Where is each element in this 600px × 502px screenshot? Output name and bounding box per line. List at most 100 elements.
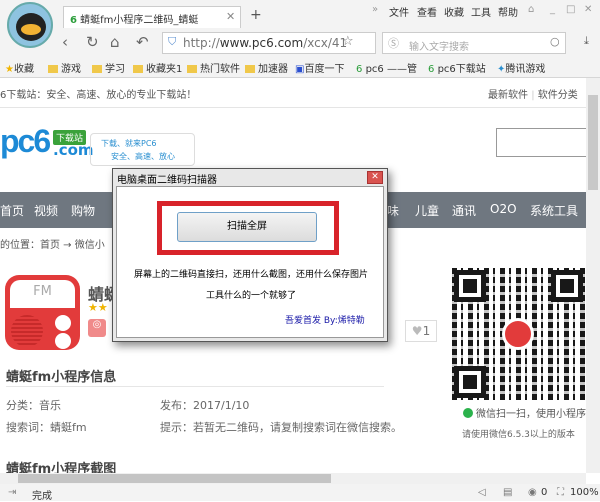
close-window-icon[interactable]: ✕ — [584, 4, 592, 15]
shield-icon[interactable]: ◉ — [528, 487, 537, 498]
menu-view[interactable]: 查看 — [417, 4, 437, 19]
zoom-level[interactable]: 100% — [570, 487, 599, 498]
pc6-icon: 6 — [428, 64, 435, 75]
folder-icon — [48, 65, 58, 73]
bookmark-label: 加速器 — [258, 64, 288, 75]
author-link[interactable]: 吾爱首发 By:烯特勒 — [285, 313, 365, 326]
folder-icon — [92, 65, 102, 73]
dialog-title: 电脑桌面二维码扫描器 — [117, 175, 217, 186]
bookmark-tencent-games[interactable]: ✦腾讯游戏 — [497, 60, 545, 75]
top-links: 最新软件 | 软件分类 — [488, 90, 578, 101]
new-tab-button[interactable]: + — [250, 7, 262, 23]
horizontal-scroll-thumb[interactable] — [18, 474, 331, 483]
sound-icon[interactable]: ◁ — [478, 487, 486, 498]
user-avatar[interactable] — [7, 2, 53, 48]
back-icon[interactable]: ‹ — [62, 33, 68, 51]
weibo-share-icon[interactable]: ◎ — [88, 319, 106, 337]
bookmark-label: 学习 — [105, 64, 125, 75]
undo-icon[interactable]: ↶ — [136, 33, 149, 51]
browser-chrome: 6 蜻蜓fm小程序二维码_蜻蜓 ✕ + » 文件 查看 收藏 工具 帮助 ⌂ _… — [0, 0, 600, 78]
bookmarks-bar: ★收藏 游戏 学习 收藏夹1 热门软件 加速器 ▣百度一下 6 pc6 ——管 … — [0, 58, 590, 76]
info-heading: 蜻蜓fm小程序信息 — [6, 370, 117, 385]
skin-icon[interactable]: ⌂ — [528, 4, 534, 15]
status-text: 完成 — [32, 491, 52, 502]
sidebar-toggle-icon[interactable]: ⇥ — [8, 487, 16, 498]
bookmark-label: 百度一下 — [304, 64, 345, 75]
menu-tools[interactable]: 工具 — [471, 4, 491, 19]
bookmark-label: 游戏 — [61, 64, 81, 75]
search-input[interactable]: 输入文字搜索 — [382, 32, 566, 54]
toolbox-icon[interactable]: ▤ — [503, 487, 512, 498]
site-search-input[interactable] — [496, 128, 586, 157]
nav-kids[interactable]: 儿童 — [415, 202, 439, 219]
dialog-close-button[interactable]: ✕ — [367, 171, 383, 184]
search-engine-icon[interactable]: Ⓢ — [388, 35, 399, 51]
star-icon[interactable]: ☆ — [342, 34, 354, 49]
tab-close-icon[interactable]: ✕ — [226, 10, 235, 23]
bookmark-pc6[interactable]: 6 pc6下载站 — [428, 60, 486, 75]
bookmark-label: pc6下载站 — [437, 64, 486, 75]
qr-note: 请使用微信6.5.3以上的版本 — [462, 430, 575, 440]
nav-video[interactable]: 视频 — [34, 202, 58, 219]
nav-taste[interactable]: 味 — [387, 202, 399, 219]
bookmark-hot-software[interactable]: 热门软件 — [187, 60, 240, 75]
site-slogan: 6下载站：安全、高速、放心的专业下载站！ — [0, 90, 197, 101]
url-path: /xcx/41 — [303, 36, 348, 50]
blocked-count: 0 — [541, 487, 548, 498]
browser-tab[interactable]: 6 蜻蜓fm小程序二维码_蜻蜓 — [63, 6, 241, 28]
link-categories[interactable]: 软件分类 — [538, 90, 578, 101]
status-bar: ⇥ 完成 ◁ ▤ ◉ 0 ⛶ 100% — [0, 484, 600, 502]
tip: 提示：若暂无二维码，请复制搜索词在微信搜索。 — [160, 421, 402, 434]
bookmark-accelerator[interactable]: 加速器 — [245, 60, 288, 75]
bookmark-folder1[interactable]: 收藏夹1 — [133, 60, 182, 75]
star-icon: ★ — [5, 64, 14, 75]
link-latest[interactable]: 最新软件 — [488, 90, 528, 101]
search-icon[interactable]: ○ — [550, 35, 560, 48]
more-icon[interactable]: » — [372, 4, 378, 15]
slogan-box: 下载、就来PC6 安全、高速、放心 — [90, 133, 195, 166]
bookmark-label: 热门软件 — [200, 64, 240, 75]
bookmark-games[interactable]: 游戏 — [48, 60, 81, 75]
bookmark-baidu[interactable]: ▣百度一下 — [295, 60, 344, 75]
divider — [6, 386, 384, 387]
like-button[interactable]: ♥1 — [405, 320, 437, 342]
minimize-icon[interactable]: _ — [550, 4, 555, 15]
slogan-line: 下载、就来PC6 — [101, 139, 157, 148]
dialog-body: 扫描全屏 屏幕上的二维码直接扫，还用什么截图，还用什么保存图片 工具什么的一个就… — [116, 186, 384, 338]
download-icon[interactable]: ⤓ — [584, 34, 589, 48]
menu-help[interactable]: 帮助 — [498, 4, 518, 19]
bookmark-label: pc6 ——管 — [365, 64, 417, 75]
bookmark-label: 收藏 — [13, 64, 34, 75]
scan-fullscreen-button[interactable]: 扫描全屏 — [177, 212, 317, 242]
maximize-icon[interactable]: □ — [566, 4, 575, 15]
shield-icon: ⛉ — [168, 35, 177, 48]
rating-stars: ★★ — [88, 301, 108, 314]
nav-shopping[interactable]: 购物 — [71, 202, 95, 219]
breadcrumb: 的位置：首页 → 微信小 — [0, 240, 105, 251]
nav-home[interactable]: 首页 — [0, 202, 24, 219]
vertical-scroll-thumb[interactable] — [588, 95, 598, 190]
menu-file[interactable]: 文件 — [389, 4, 409, 19]
folder-icon — [187, 65, 197, 73]
nav-comm[interactable]: 通讯 — [452, 202, 476, 219]
release-date: 发布：2017/1/10 — [160, 399, 250, 412]
zoom-icon[interactable]: ⛶ — [557, 487, 564, 498]
keyword: 搜索词：蜻蜓fm — [6, 421, 87, 434]
bookmark-favorites[interactable]: ★收藏 — [5, 60, 34, 75]
nav-system-tools[interactable]: 系统工具 — [530, 202, 578, 219]
menu-favorites[interactable]: 收藏 — [444, 4, 464, 19]
bookmark-study[interactable]: 学习 — [92, 60, 125, 75]
app-icon-text: FM — [10, 280, 75, 308]
site-logo[interactable]: pc6 — [0, 123, 51, 160]
slogan-line: 安全、高速、放心 — [111, 152, 175, 161]
like-count: 1 — [422, 324, 431, 338]
dialog-text: 屏幕上的二维码直接扫，还用什么截图，还用什么保存图片 — [133, 270, 368, 280]
bookmark-label: 收藏夹1 — [146, 64, 183, 75]
folder-icon — [245, 65, 255, 73]
nav-o2o[interactable]: O2O — [490, 202, 517, 216]
bookmark-pc6-admin[interactable]: 6 pc6 ——管 — [356, 60, 417, 75]
dialog-text: 工具什么的一个就够了 — [205, 291, 296, 301]
refresh-icon[interactable]: ↻ — [86, 33, 99, 51]
logo-com: .com — [53, 141, 94, 159]
home-icon[interactable]: ⌂ — [110, 33, 120, 51]
